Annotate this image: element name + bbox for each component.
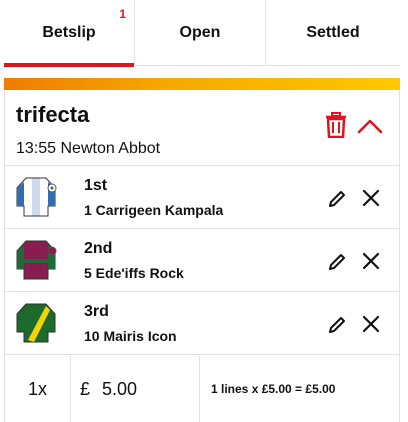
tab-settled[interactable]: Settled (266, 0, 400, 66)
bet-type-color-bar (4, 78, 400, 90)
pencil-icon[interactable] (327, 315, 347, 335)
stake-currency-symbol: £ (80, 378, 91, 399)
jockey-silks-icon (16, 303, 56, 343)
jockey-silks-icon (16, 177, 57, 217)
runner-name: 5 Ede'iffs Rock (84, 265, 184, 281)
betslip-count-badge: 1 (119, 7, 126, 21)
jockey-silks-icon (16, 240, 57, 280)
selection-row: 2nd 5 Ede'iffs Rock (5, 230, 399, 292)
stake-row: 1x £ 5.00 1 lines x £5.00 = £5.00 (5, 356, 399, 422)
lines-summary: 1 lines x £5.00 = £5.00 (211, 382, 336, 396)
close-icon[interactable] (362, 189, 380, 207)
stake-input[interactable]: £ 5.00 (72, 356, 200, 422)
bet-card: trifecta 13:55 Newton Abbot 1st 1 Carrig… (4, 90, 400, 422)
selection-row: 1st 1 Carrigeen Kampala (5, 167, 399, 229)
selection-position: 3rd (84, 303, 109, 320)
pencil-icon[interactable] (327, 189, 347, 209)
bet-type-title: trifecta (16, 102, 90, 127)
runner-name: 1 Carrigeen Kampala (84, 202, 224, 218)
selection-row: 3rd 10 Mairis Icon (5, 293, 399, 355)
bet-multiplier: 1x (5, 356, 71, 422)
trash-icon[interactable] (325, 112, 347, 138)
tab-betslip[interactable]: Betslip 1 (4, 0, 135, 67)
stake-amount: 5.00 (102, 378, 138, 399)
betslip-tabs: Betslip 1 Open Settled (4, 0, 400, 67)
runner-name: 10 Mairis Icon (84, 328, 177, 344)
race-info: 13:55 Newton Abbot (16, 140, 161, 157)
close-icon[interactable] (362, 315, 380, 333)
chevron-up-icon[interactable] (357, 118, 383, 134)
pencil-icon[interactable] (327, 252, 347, 272)
tab-settled-label: Settled (306, 24, 360, 41)
selection-position: 2nd (84, 240, 113, 257)
tab-betslip-label: Betslip (42, 24, 96, 41)
close-icon[interactable] (362, 252, 380, 270)
selection-position: 1st (84, 177, 108, 194)
tab-open-label: Open (179, 24, 221, 41)
bet-header: trifecta 13:55 Newton Abbot (5, 90, 399, 166)
tab-open[interactable]: Open (135, 0, 266, 66)
